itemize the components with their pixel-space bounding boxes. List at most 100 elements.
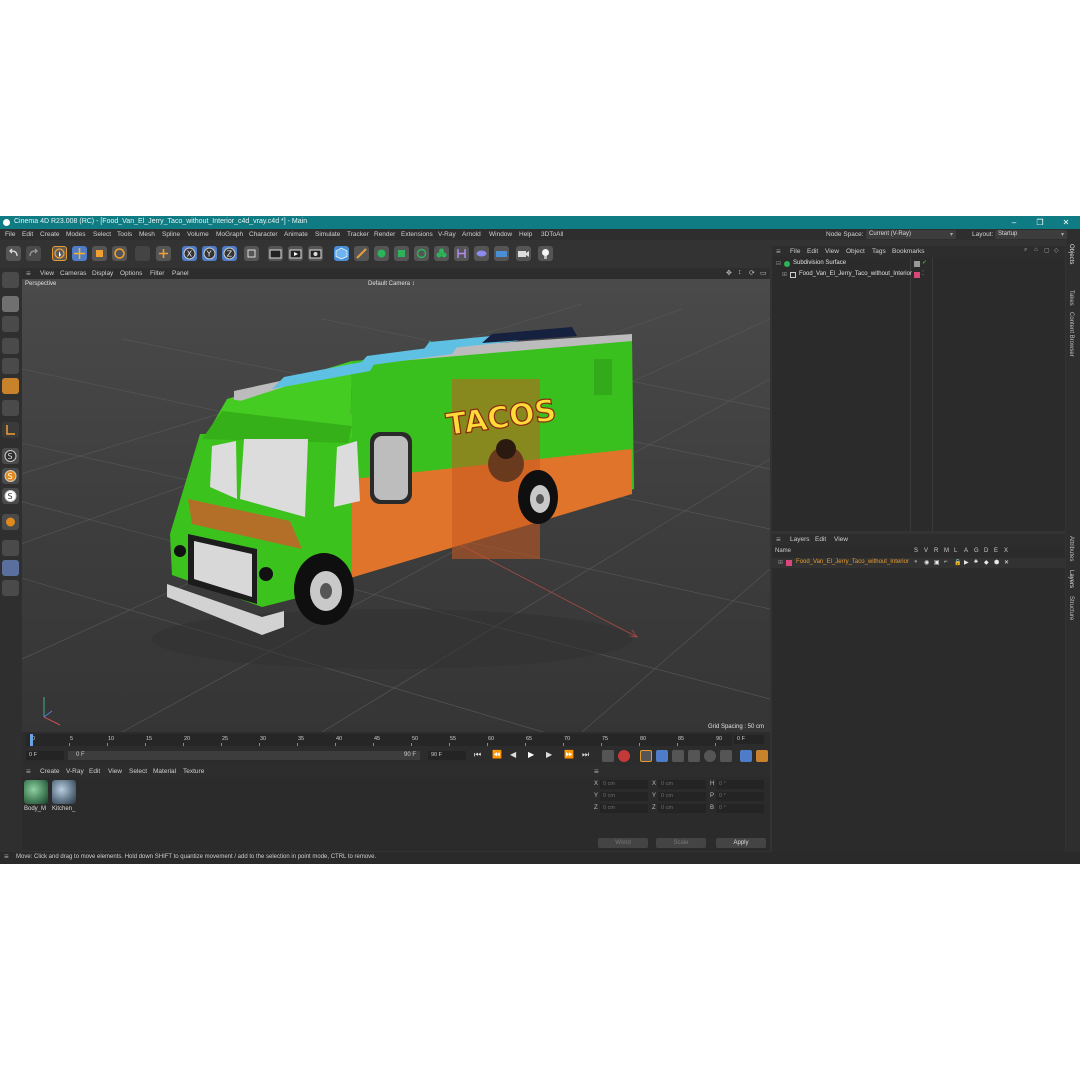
cube-icon[interactable] [334, 246, 349, 261]
coordinate-mode-world-dropdown[interactable]: World [598, 838, 648, 848]
viewport-menu-filter[interactable]: Filter [150, 270, 164, 277]
hamburger-icon[interactable]: ≡ [594, 767, 599, 776]
layers-menu-edit[interactable]: Edit [815, 536, 826, 543]
mat-menu-material[interactable]: Material [153, 768, 176, 775]
edges-mode-icon[interactable] [2, 358, 19, 374]
next-frame-icon[interactable]: ▶ [546, 750, 552, 759]
maximize-view-icon[interactable]: ▭ [760, 269, 767, 277]
current-frame-field[interactable]: 0 F [734, 735, 764, 744]
enabled-check-icon[interactable]: ✓ [922, 259, 927, 266]
layer-toggle-icon[interactable]: ◆ [984, 559, 989, 566]
mat-menu-texture[interactable]: Texture [183, 768, 204, 775]
previous-key-icon[interactable]: ⏪ [492, 750, 502, 759]
snap-settings-icon[interactable]: S [2, 468, 19, 484]
coord-value-field[interactable]: 0 cm [600, 792, 648, 801]
menu-spline[interactable]: Spline [162, 231, 180, 238]
cloner-icon[interactable] [414, 246, 429, 261]
menu-mograph[interactable]: MoGraph [216, 231, 243, 238]
new-window-icon[interactable]: ▢ [1044, 247, 1050, 254]
material-swatch-kitchen[interactable] [52, 780, 76, 804]
obj-menu-bookmarks[interactable]: Bookmarks [892, 248, 925, 255]
object-row-subdivision[interactable]: ⊟ Subdivision Surface ✓ [772, 259, 1065, 269]
menu-file[interactable]: File [5, 231, 15, 238]
layer-toggle-icon[interactable]: ● [914, 559, 918, 565]
close-button[interactable]: ✕ [1058, 217, 1074, 228]
layer-toggle-icon[interactable]: ▣ [934, 559, 940, 566]
go-to-start-icon[interactable]: ⏮ [474, 750, 481, 760]
field-icon[interactable] [474, 246, 489, 261]
texture-mode-icon[interactable] [2, 316, 19, 332]
lock-icon[interactable]: ◇ [1054, 247, 1059, 254]
mat-menu-vray[interactable]: V-Ray [66, 768, 84, 775]
side-tab-structure[interactable]: Structure [1068, 596, 1074, 620]
coord-value-field[interactable]: 0 ° [716, 804, 764, 813]
y-axis-icon[interactable]: Y [202, 246, 217, 261]
subdivision-generator-icon[interactable] [374, 246, 389, 261]
key-scale-icon[interactable] [672, 750, 684, 762]
sound-icon[interactable] [740, 750, 752, 762]
material-swatch-body[interactable] [24, 780, 48, 804]
layers-menu-layers[interactable]: Layers [790, 536, 810, 543]
record-keys-icon[interactable] [602, 750, 614, 762]
axis-mode-icon[interactable] [2, 422, 19, 438]
floor-icon[interactable] [494, 246, 509, 261]
layer-toggle-icon[interactable]: ⬢ [994, 559, 999, 566]
mat-menu-create[interactable]: Create [40, 768, 60, 775]
x-axis-icon[interactable]: X [182, 246, 197, 261]
dolly-view-icon[interactable]: ↕ [738, 269, 742, 276]
menu-select[interactable]: Select [93, 231, 111, 238]
obj-menu-object[interactable]: Object [846, 248, 865, 255]
menu-render[interactable]: Render [374, 231, 395, 238]
menu-animate[interactable]: Animate [284, 231, 308, 238]
model-mode-icon[interactable] [2, 296, 19, 312]
rotate-tool-icon[interactable] [112, 246, 127, 261]
obj-menu-file[interactable]: File [790, 248, 800, 255]
coord-value-field[interactable]: 0 cm [658, 804, 706, 813]
coord-value-field[interactable]: 0 cm [600, 804, 648, 813]
object-row-food-van[interactable]: ⊞ Food_Van_El_Jerry_Taco_without_Interio… [772, 270, 1065, 280]
timeline-playhead[interactable] [30, 734, 33, 746]
redo-icon[interactable] [26, 246, 41, 261]
layer-toggle-icon[interactable]: 🔒 [954, 559, 961, 566]
menu-tools[interactable]: Tools [117, 231, 132, 238]
hamburger-icon[interactable]: ≡ [4, 852, 9, 861]
mat-menu-edit[interactable]: Edit [89, 768, 100, 775]
side-tab-content-browser[interactable]: Content Browser [1068, 312, 1074, 357]
snap-icon[interactable]: S [2, 448, 19, 464]
viewport-menu-options[interactable]: Options [120, 270, 142, 277]
menu-window[interactable]: Window [489, 231, 512, 238]
menu-create[interactable]: Create [40, 231, 60, 238]
render-picture-viewer-icon[interactable] [288, 246, 303, 261]
recent-tool-icon[interactable] [135, 246, 150, 261]
key-position-icon[interactable] [656, 750, 668, 762]
coord-value-field[interactable]: 0 cm [658, 780, 706, 789]
coordinate-mode-scale-dropdown[interactable]: Scale [656, 838, 706, 848]
minimize-button[interactable]: – [1006, 217, 1022, 228]
deformer-icon[interactable] [434, 246, 449, 261]
menu-volume[interactable]: Volume [187, 231, 209, 238]
viewport-menu-display[interactable]: Display [92, 270, 113, 277]
keyframe-selection-icon[interactable] [640, 750, 652, 762]
solo-icon[interactable] [2, 560, 19, 576]
node-space-dropdown[interactable]: Current (V-Ray) ▾ [866, 230, 956, 239]
tree-expand-icon[interactable]: ⊟ [776, 260, 781, 267]
rotate-view-icon[interactable]: ⟳ [749, 269, 755, 277]
uvw-mode-icon[interactable] [2, 400, 19, 416]
key-rotation-icon[interactable] [688, 750, 700, 762]
move-tool-icon[interactable] [72, 246, 87, 261]
apply-button[interactable]: Apply [716, 838, 766, 848]
range-slider[interactable]: 0 F 90 F [68, 751, 420, 760]
side-tab-takes[interactable]: Takes [1068, 290, 1074, 306]
home-icon[interactable]: ⌂ [1034, 247, 1038, 253]
menu-arnold[interactable]: Arnold [462, 231, 481, 238]
make-editable-icon[interactable] [2, 272, 19, 288]
viewport-camera-label[interactable]: Default Camera ↕ [368, 281, 415, 287]
menu-vray[interactable]: V-Ray [438, 231, 456, 238]
menu-edit[interactable]: Edit [22, 231, 33, 238]
visibility-toggle-icon[interactable] [914, 261, 920, 267]
pen-spline-icon[interactable] [354, 246, 369, 261]
tree-expand-icon[interactable]: ⊞ [782, 271, 787, 278]
visibility-dots-icon[interactable]: ⁚ [922, 270, 924, 277]
obj-menu-tags[interactable]: Tags [872, 248, 886, 255]
scale-tool-icon[interactable] [92, 246, 107, 261]
